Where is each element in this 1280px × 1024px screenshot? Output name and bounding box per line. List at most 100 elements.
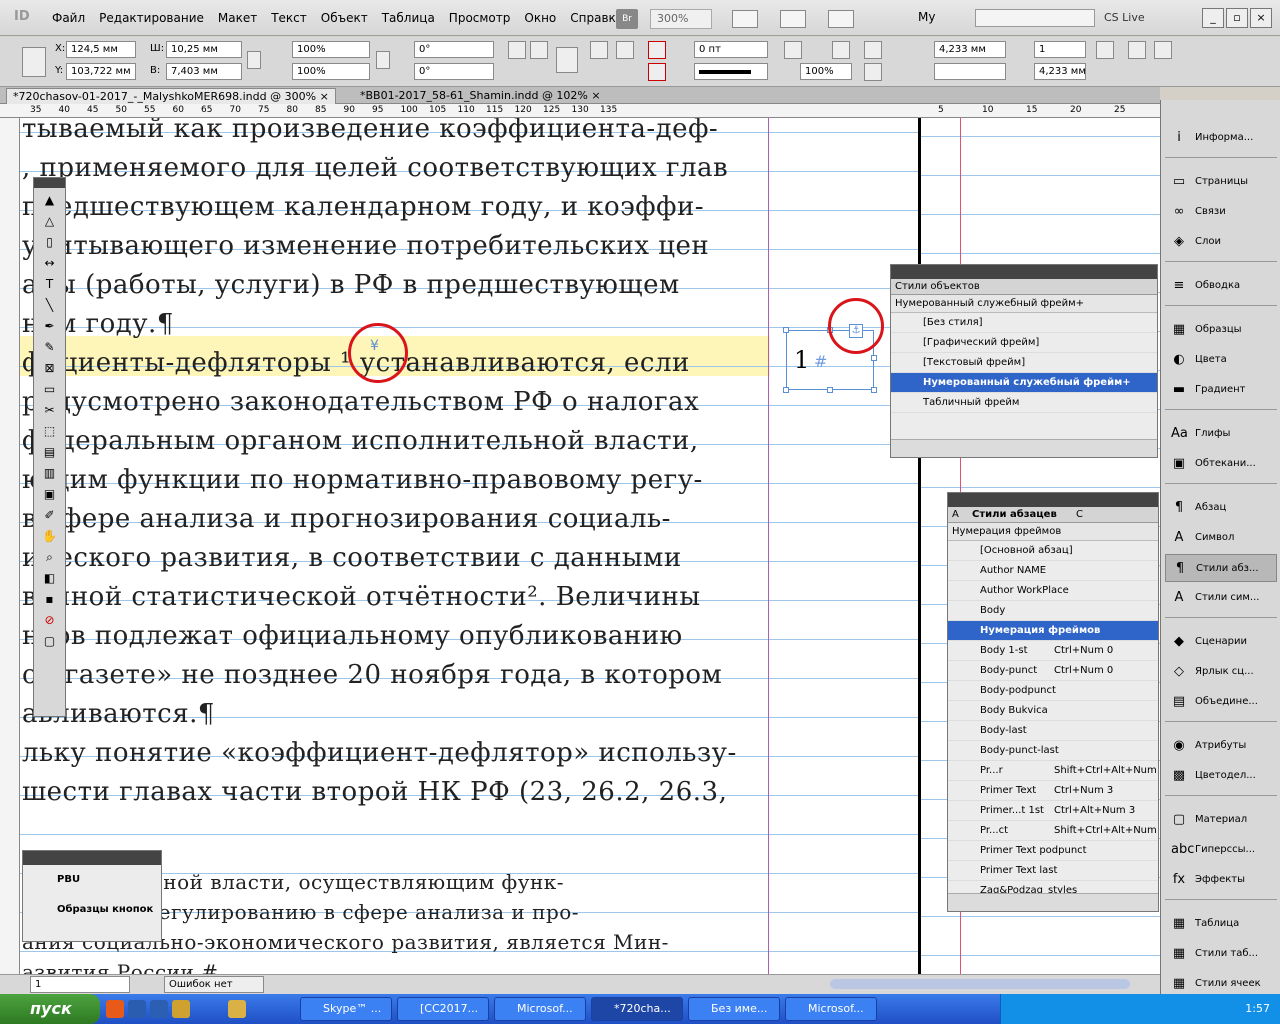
dock-item[interactable]: fx Эффекты [1165,866,1277,894]
toolbox-header[interactable] [34,178,65,188]
body-text-line[interactable]: в сфере анализа и прогнозирования социал… [22,504,770,534]
frame-handle[interactable] [783,327,789,333]
pen-tool-icon[interactable]: ✒ [39,317,61,335]
horizontal-ruler[interactable]: 35 40 45 50 55 60 65 70 75 80 85 90 95 100 105 110 115 12… [0,104,1160,118]
taskbar-task[interactable]: Skype™ ... [300,997,392,1021]
body-text-line[interactable]: шести главах части второй НК РФ (23, 26.… [22,777,770,807]
vertical-ruler[interactable] [0,118,20,974]
body-text-line[interactable]: тываемый как произведение коэффициента-д… [22,118,770,144]
page-number-field[interactable]: 1 [30,976,130,993]
body-text-line[interactable]: нтов подлежат официальному опубликованию [22,621,770,651]
dock-item[interactable]: ▬ Градиент [1165,376,1277,404]
dock-item[interactable]: ◇ Ярлык сц... [1165,658,1277,686]
frame-handle[interactable] [871,355,877,361]
fill-none-icon[interactable] [648,41,666,59]
text-frame-options-icon[interactable] [556,47,578,73]
body-text-line[interactable]: венной статистической отчётности². Велич… [22,582,770,612]
taskbar-task[interactable]: Microsof... [494,997,586,1021]
dock-item[interactable]: ▢ Материал [1165,806,1277,834]
menu-item-4[interactable]: Объект [321,11,368,25]
rectangle-tool-icon[interactable]: ▭ [39,380,61,398]
word-icon[interactable] [150,1000,168,1018]
dock-item[interactable]: ∞ Связи [1165,198,1277,226]
paragraph-style-item[interactable]: [Основной абзац] [948,541,1158,561]
panel-item-pbu[interactable]: PBU [23,865,161,895]
paragraph-style-item[interactable]: Primer Text Ctrl+Num 3 [948,781,1158,801]
paragraph-style-item[interactable]: Primer Text podpunct [948,841,1158,861]
explorer-icon[interactable] [172,1000,190,1018]
firefox-icon[interactable] [106,1000,124,1018]
frame-handle[interactable] [783,387,789,393]
body-text-line[interactable]: , применяемого для целей соответствующих… [22,153,770,183]
apply-none-icon[interactable]: ⊘ [39,611,61,629]
minimize-icon[interactable]: _ [1202,8,1224,28]
page-tool-icon[interactable]: ▯ [39,233,61,251]
footnote-text-line[interactable]: азвития России.# [22,960,770,974]
ie-icon[interactable] [128,1000,146,1018]
body-text-line[interactable]: ющим функции по нормативно-правовому рег… [22,465,770,495]
fx-icon[interactable] [832,41,850,59]
taskbar-task[interactable]: *720cha... [591,997,683,1021]
gradient-tool-icon[interactable]: ▤ [39,443,61,461]
panel-header[interactable] [23,851,161,865]
body-text-line[interactable]: федеральным органом исполнительной власт… [22,426,770,456]
fill-stroke-icon[interactable]: ◧ [39,569,61,587]
object-style-item[interactable]: [Графический фрейм] [891,333,1157,353]
body-text-line[interactable]: ой газете» не позднее 20 ноября года, в … [22,660,770,690]
tab-c[interactable]: С [1076,509,1083,520]
rotation-field[interactable]: 0° [414,41,494,58]
panel-item-button-samples[interactable]: Образцы кнопок [23,895,161,925]
frame-handle[interactable] [871,387,877,393]
corner-size-field[interactable]: 4,233 мм [934,41,1006,58]
object-style-item[interactable]: [Текстовый фрейм] [891,353,1157,373]
dock-item[interactable]: ¶ Абзац [1165,494,1277,522]
shear-field[interactable]: 0° [414,63,494,80]
start-button[interactable]: пуск [0,994,100,1024]
menu-icon[interactable] [1154,41,1172,59]
paragraph-style-item[interactable]: Primer...t 1st Ctrl+Alt+Num 3 [948,801,1158,821]
body-text-line[interactable]: авливаются.¶ [22,699,770,729]
close-tab-icon[interactable]: × [591,89,600,102]
dock-item[interactable]: ▣ Обтекани... [1165,450,1277,478]
line-tool-icon[interactable]: ╲ [39,296,61,314]
tab-document-2[interactable]: *BB01-2017_58-61_Shamin.indd @ 102% × [354,88,607,104]
menu-item-7[interactable]: Окно [524,11,556,25]
link-scale-icon[interactable] [376,51,390,69]
menu-item-0[interactable]: Файл [52,11,85,25]
panel-title[interactable]: Стили объектов [891,279,1157,295]
dock-item[interactable]: ▤ Объедине... [1165,688,1277,716]
paragraph-style-item[interactable]: Body-punct Ctrl+Num 0 [948,661,1158,681]
taskbar-task[interactable]: Без име... [688,997,780,1021]
dock-item[interactable]: A Стили сим... [1165,584,1277,612]
selection-tool-icon[interactable]: ▲ [39,191,61,209]
rotate-ccw-icon[interactable] [530,41,548,59]
stroke-none-icon[interactable] [648,63,666,81]
dock-item[interactable]: A Символ [1165,524,1277,552]
y-field[interactable]: 103,722 мм [66,63,136,80]
dock-item[interactable]: ≡ Обводка [1165,272,1277,300]
paragraph-style-item[interactable]: Body-podpunct [948,681,1158,701]
paragraph-style-item[interactable]: Author WorkPlace [948,581,1158,601]
gutter-field[interactable]: 4,233 мм [1034,63,1086,80]
hand-tool-icon[interactable]: ✋ [39,527,61,545]
gap-tool-icon[interactable]: ↔ [39,254,61,272]
paragraph-style-item[interactable]: Нумерация фреймов [948,621,1158,641]
zoom-tool-icon[interactable]: ⌕ [39,548,61,566]
stroke-weight-field[interactable]: 0 пт [694,41,768,58]
body-text-line[interactable]: ары (работы, услуги) в РФ в предшествующ… [22,270,770,300]
restore-icon[interactable]: ▫ [1226,8,1248,28]
paragraph-style-item[interactable]: Body [948,601,1158,621]
tab-a[interactable]: А [952,509,959,520]
horizontal-scrollbar[interactable] [830,979,1130,989]
opacity-field[interactable]: 100% [800,63,852,80]
body-text-line[interactable]: льку понятие «коэффициент-дефлятор» испо… [22,738,770,768]
rotate-cw-icon[interactable] [508,41,526,59]
panel-header[interactable] [891,265,1157,279]
scale-x-field[interactable]: 100% [292,41,370,58]
panel-header[interactable] [948,493,1158,507]
object-style-item[interactable]: Нумерованный служебный фрейм+ [891,373,1157,393]
object-style-item[interactable]: Табличный фрейм [891,393,1157,413]
taskbar-task[interactable]: [CC2017... [397,997,489,1021]
type-tool-icon[interactable]: T [39,275,61,293]
paragraph-style-item[interactable]: Primer Text last [948,861,1158,881]
